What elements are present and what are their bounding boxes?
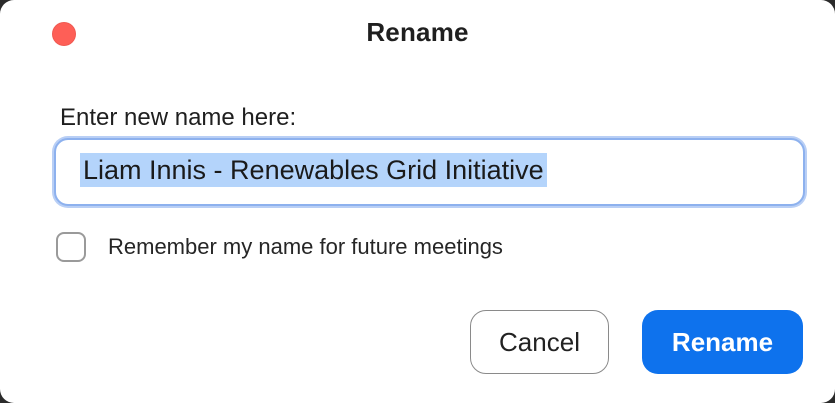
name-input-field[interactable]: Liam Innis - Renewables Grid Initiative: [54, 138, 805, 206]
name-prompt-label: Enter new name here:: [60, 104, 297, 131]
remember-name-row[interactable]: Remember my name for future meetings: [56, 230, 503, 264]
title-bar: Rename: [0, 0, 835, 66]
cancel-button[interactable]: Cancel: [470, 310, 609, 374]
name-input-selected-text[interactable]: Liam Innis - Renewables Grid Initiative: [80, 153, 547, 187]
remember-name-label[interactable]: Remember my name for future meetings: [108, 234, 503, 260]
remember-name-checkbox[interactable]: [56, 232, 86, 262]
rename-button[interactable]: Rename: [642, 310, 803, 374]
dialog-title: Rename: [366, 17, 469, 47]
rename-dialog: Rename Enter new name here: Liam Innis -…: [0, 0, 835, 403]
